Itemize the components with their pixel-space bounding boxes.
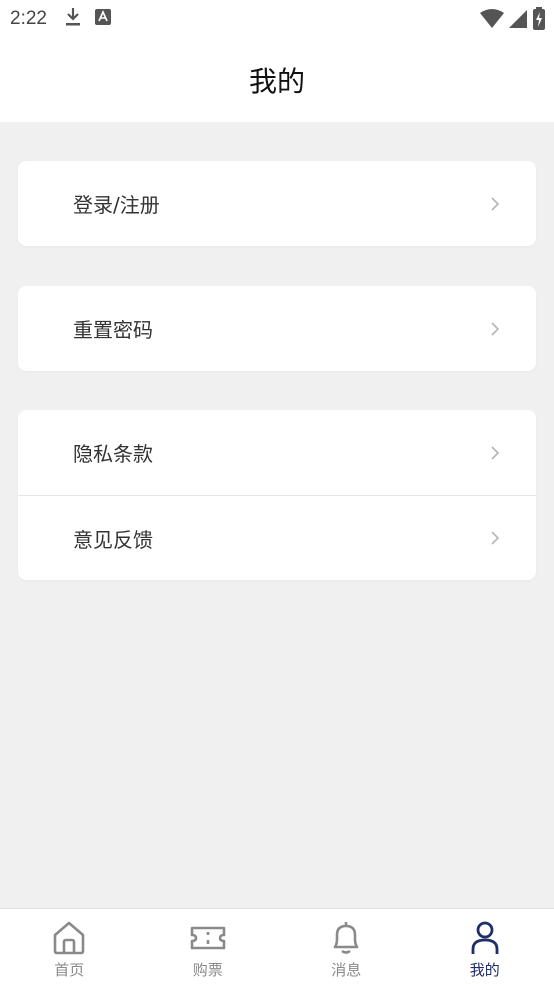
menu-item-label: 意见反馈 bbox=[73, 527, 153, 552]
menu-group-about: 隐私条款 意见反馈 bbox=[18, 410, 536, 580]
bottom-tab-bar: 首页 购票 消息 我的 bbox=[0, 908, 554, 984]
user-icon bbox=[471, 921, 499, 954]
tab-label: 我的 bbox=[469, 961, 500, 979]
download-icon bbox=[65, 7, 81, 31]
signal-icon bbox=[508, 9, 528, 33]
battery-icon bbox=[532, 7, 546, 35]
chevron-right-icon bbox=[491, 445, 500, 460]
tab-label: 首页 bbox=[54, 961, 85, 979]
tab-label: 消息 bbox=[331, 961, 362, 979]
menu-item-login-register[interactable]: 登录/注册 bbox=[18, 161, 536, 246]
menu-group-account: 登录/注册 bbox=[18, 161, 536, 246]
status-bar: 2:22 bbox=[0, 0, 554, 38]
home-icon bbox=[53, 921, 85, 955]
menu-item-reset-password[interactable]: 重置密码 bbox=[18, 286, 536, 371]
chevron-right-icon bbox=[491, 196, 500, 211]
tab-tickets[interactable]: 购票 bbox=[139, 909, 278, 984]
wifi-icon bbox=[480, 9, 504, 33]
status-time: 2:22 bbox=[10, 8, 47, 29]
font-icon bbox=[94, 9, 111, 29]
page-header: 我的 bbox=[0, 38, 554, 122]
tab-profile[interactable]: 我的 bbox=[416, 909, 554, 984]
bell-icon bbox=[333, 922, 359, 954]
menu-item-privacy-policy[interactable]: 隐私条款 bbox=[18, 410, 536, 495]
chevron-right-icon bbox=[491, 321, 500, 336]
chevron-right-icon bbox=[491, 531, 500, 545]
page-title: 我的 bbox=[248, 65, 305, 98]
ticket-icon bbox=[190, 926, 226, 950]
menu-group-password: 重置密码 bbox=[18, 286, 536, 371]
menu-item-label: 重置密码 bbox=[73, 318, 153, 342]
menu-item-label: 登录/注册 bbox=[73, 193, 160, 217]
tab-home[interactable]: 首页 bbox=[0, 909, 139, 984]
menu-item-feedback[interactable]: 意见反馈 bbox=[18, 495, 536, 580]
tab-messages[interactable]: 消息 bbox=[277, 909, 416, 984]
menu-item-label: 隐私条款 bbox=[73, 442, 153, 466]
tab-label: 购票 bbox=[192, 961, 223, 979]
